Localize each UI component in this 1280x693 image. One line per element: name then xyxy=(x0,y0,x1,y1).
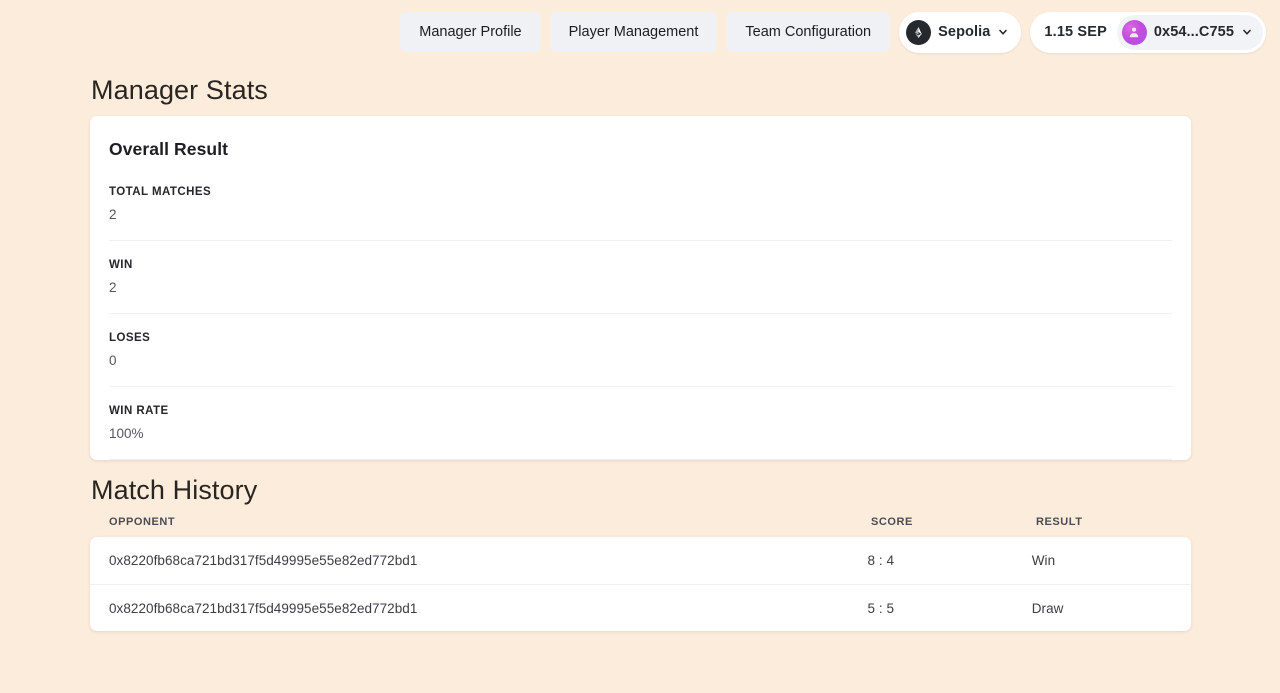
account-button[interactable]: 1.15 SEP 0x54...C755 xyxy=(1030,11,1266,53)
stat-label: WIN RATE xyxy=(109,405,169,417)
cell-result: Draw xyxy=(1031,600,1064,616)
network-selector-button[interactable]: Sepolia xyxy=(899,11,1022,53)
stat-value: 2 xyxy=(109,280,1172,314)
stat-row-total-matches: TOTAL MATCHES 2 xyxy=(90,186,1191,241)
ethereum-icon xyxy=(906,19,932,45)
manager-stats-title: Manager Stats xyxy=(91,75,268,105)
stat-value: 100% xyxy=(109,426,1172,460)
account-address: 0x54...C755 xyxy=(1153,24,1234,40)
account-avatar xyxy=(1121,19,1147,45)
match-history-table: 0x8220fb68ca721bd317f5d49995e55e82ed772b… xyxy=(90,537,1191,631)
stat-label: WIN xyxy=(109,259,133,271)
match-history-section: Match History OPPONENT SCORE RESULT 0x82… xyxy=(90,475,1280,631)
tab-manager-profile[interactable]: Manager Profile xyxy=(400,12,541,52)
tab-player-management[interactable]: Player Management xyxy=(549,12,718,52)
chevron-down-icon xyxy=(1241,26,1253,38)
cell-score: 5 : 5 xyxy=(867,600,895,616)
table-row[interactable]: 0x8220fb68ca721bd317f5d49995e55e82ed772b… xyxy=(90,537,1191,584)
cell-score: 8 : 4 xyxy=(867,553,895,568)
chevron-down-icon xyxy=(997,26,1009,38)
cell-opponent: 0x8220fb68ca721bd317f5d49995e55e82ed772b… xyxy=(109,600,418,616)
wallet-controls: Sepolia 1.15 SEP 0x54...C755 xyxy=(899,11,1266,53)
stat-label: TOTAL MATCHES xyxy=(109,186,212,198)
stat-row-win-rate: WIN RATE 100% xyxy=(90,387,1191,460)
wallet-balance: 1.15 SEP xyxy=(1044,24,1107,40)
column-header-opponent: OPPONENT xyxy=(109,516,176,528)
match-table-header: OPPONENT SCORE RESULT xyxy=(90,516,1280,528)
main-nav: Manager Profile Player Management Team C… xyxy=(400,12,891,52)
stat-list: TOTAL MATCHES 2 WIN 2 LOSES 0 WIN RATE 1… xyxy=(90,186,1191,460)
stat-row-loses: LOSES 0 xyxy=(90,314,1191,387)
network-name: Sepolia xyxy=(938,24,991,40)
tab-team-configuration[interactable]: Team Configuration xyxy=(726,12,891,52)
column-header-score: SCORE xyxy=(871,516,913,528)
stat-value: 0 xyxy=(109,353,1172,387)
page-content: Manager Stats Overall Result TOTAL MATCH… xyxy=(0,75,1280,631)
table-row[interactable]: 0x8220fb68ca721bd317f5d49995e55e82ed772b… xyxy=(90,584,1191,631)
cell-result: Win xyxy=(1031,553,1056,568)
overall-result-heading: Overall Result xyxy=(109,139,229,159)
match-history-title: Match History xyxy=(91,475,258,505)
stat-label: LOSES xyxy=(109,332,151,344)
overall-result-card: Overall Result TOTAL MATCHES 2 WIN 2 LOS… xyxy=(90,116,1191,460)
column-header-result: RESULT xyxy=(1036,516,1083,528)
account-address-chip[interactable]: 0x54...C755 xyxy=(1116,14,1263,50)
stat-row-win: WIN 2 xyxy=(90,241,1191,314)
cell-opponent: 0x8220fb68ca721bd317f5d49995e55e82ed772b… xyxy=(109,553,418,568)
top-bar: Manager Profile Player Management Team C… xyxy=(0,0,1280,64)
stat-value: 2 xyxy=(109,207,1172,241)
